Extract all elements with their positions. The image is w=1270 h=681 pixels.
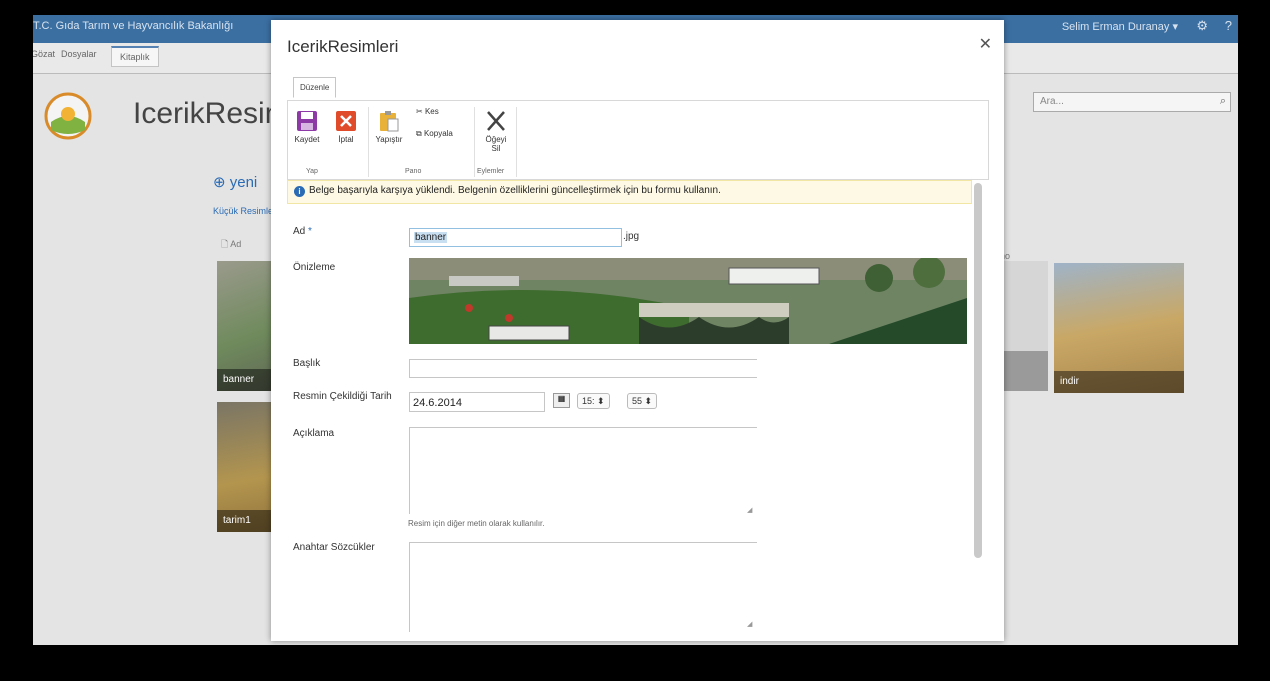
cancel-icon [336,111,356,131]
date-input[interactable]: 24.6.2014 [409,392,545,412]
resize-handle-icon[interactable]: ◢ [747,506,752,514]
spinner-icon: ⬍ [644,396,653,406]
copy-icon: ⧉ [416,129,422,138]
keywords-textarea[interactable] [409,542,757,632]
site-title[interactable]: T.C. Gıda Tarım ve Hayvancılık Bakanlığı [33,20,233,32]
search-icon[interactable]: ⌕ [1220,95,1226,108]
keywords-label: Anahtar Sözcükler [293,542,375,553]
description-label: Açıklama [293,428,335,439]
delete-icon [487,111,505,131]
search-input[interactable]: Ara... ⌕ [1033,92,1231,112]
calendar-icon[interactable]: ▦ [553,393,570,408]
tab-files[interactable]: Dosyalar [61,49,97,59]
paste-button[interactable]: Yapıştır [374,110,404,144]
ribbon-separator [368,107,369,177]
help-icon[interactable]: ? [1225,18,1232,33]
description-textarea[interactable] [409,427,757,514]
hour-select[interactable]: 15: ⬍ [577,393,610,409]
screen: T.C. Gıda Tarım ve Hayvancılık Bakanlığı… [0,0,1270,681]
spinner-icon: ⬍ [597,396,605,406]
date-taken-label: Resmin Çekildiği Tarih [293,391,392,402]
edit-properties-dialog: IcerikResimleri ✕ Düzenle Kaydet İptal Y… [271,20,1004,641]
ribbon-separator [474,107,475,177]
gear-icon[interactable]: ⚙ [1196,18,1208,34]
minute-select[interactable]: 55 ⬍ [627,393,658,409]
close-icon[interactable]: ✕ [979,34,992,54]
dialog-title: IcerikResimleri [287,37,399,56]
user-menu[interactable]: Selim Erman Duranay ▾ [1062,20,1178,33]
column-header-name: 🗋 Ad [221,239,242,249]
title-label: Başlık [293,358,321,369]
preview-label: Önizleme [293,262,336,273]
image-preview [409,258,967,344]
group-clipboard-label: Pano [405,168,422,175]
cancel-button[interactable]: İptal [332,110,360,144]
group-actions-label: Eylemler [477,168,505,175]
ribbon-separator [516,107,517,177]
name-label: Ad * [293,226,312,237]
file-extension: .jpg [623,231,640,242]
thumbnail-label: indir [1054,371,1184,393]
group-commit-label: Yap [306,168,318,175]
city-tram-image [409,258,967,344]
thumbnail-indir[interactable]: indir [1054,263,1184,393]
info-message: Belge başarıyla karşıya yüklendi. Belgen… [309,185,721,196]
save-button[interactable]: Kaydet [293,110,321,144]
new-document-link[interactable]: ⊕ yeni [213,173,257,191]
required-marker: * [308,226,312,237]
description-hint: Resim için diğer metin olarak kullanılır… [408,519,545,528]
paste-icon [380,111,399,132]
resize-handle-icon[interactable]: ◢ [747,620,752,628]
site-logo-icon[interactable] [43,90,93,140]
info-banner: i Belge başarıyla karşıya yüklendi. Belge… [287,180,972,204]
cut-icon: ✂ [416,107,423,116]
save-icon [297,111,317,131]
delete-item-button[interactable]: Öğeyi Sil [481,110,511,153]
view-thumbnails-link[interactable]: Küçük Resimler [213,206,276,216]
tab-edit[interactable]: Düzenle [293,77,337,98]
name-input[interactable]: banner [409,228,622,247]
ribbon: Kaydet İptal Yapıştır ✂ Kes ⧉ Kopyala Öğ… [287,100,989,180]
tab-library[interactable]: Kitaplık [111,46,159,67]
info-icon: i [294,186,305,197]
dialog-scrollbar[interactable] [974,183,982,558]
tab-browse[interactable]: Gözat [33,49,55,59]
title-input[interactable] [409,359,757,378]
cut-button[interactable]: ✂ Kes [416,107,439,116]
copy-button[interactable]: ⧉ Kopyala [416,129,453,139]
